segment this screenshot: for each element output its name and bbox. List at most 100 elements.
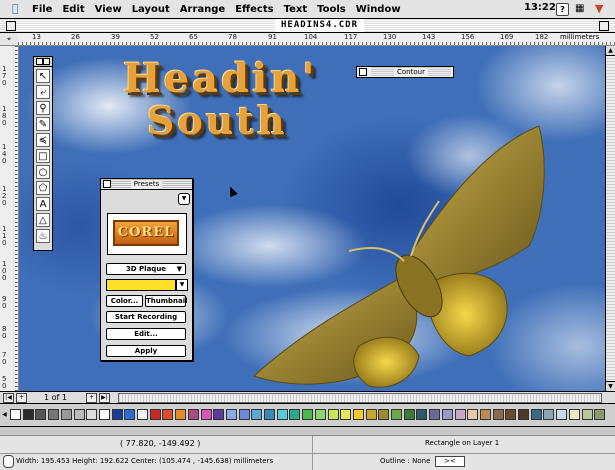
- palette-swatch[interactable]: [505, 409, 517, 420]
- preset-style-select[interactable]: 3D Plaque ▼: [106, 263, 186, 275]
- moth-illustration[interactable]: [219, 106, 605, 391]
- palette-swatch[interactable]: [200, 409, 212, 420]
- palette-swatch[interactable]: [429, 409, 441, 420]
- palette-swatch[interactable]: [568, 409, 580, 420]
- menu-layout[interactable]: Layout: [132, 4, 170, 15]
- menu-file[interactable]: File: [32, 4, 52, 15]
- menu-text[interactable]: Text: [284, 4, 308, 15]
- apple-menu-icon[interactable]: : [12, 3, 26, 15]
- vertical-ruler[interactable]: 1 7 0 1 8 0 1 4 0 1 2 0 1 1 0 1 0 0 9 0 …: [0, 46, 19, 391]
- shape-tool-icon[interactable]: ⤶: [36, 85, 50, 99]
- ruler-origin[interactable]: ⌖: [0, 33, 19, 46]
- palette-swatch[interactable]: [518, 409, 529, 420]
- palette-swatch[interactable]: [530, 409, 542, 420]
- palette-swatch[interactable]: [391, 409, 402, 420]
- palette-swatch[interactable]: [73, 409, 85, 420]
- add-page-after-icon[interactable]: +: [86, 393, 97, 403]
- palette-swatch[interactable]: [581, 409, 593, 420]
- palette-swatch[interactable]: [416, 409, 428, 420]
- palette-swatch[interactable]: [479, 409, 491, 420]
- palette-swatch[interactable]: [213, 409, 225, 420]
- palette-swatch[interactable]: [124, 409, 136, 420]
- presets-title-bar[interactable]: Presets: [101, 179, 192, 190]
- fill-tool-icon[interactable]: ♨: [36, 229, 50, 243]
- toolbox-title-bar[interactable]: [34, 57, 52, 67]
- palette-swatch[interactable]: [137, 409, 148, 420]
- start-recording-button[interactable]: Start Recording: [106, 311, 186, 323]
- clock[interactable]: 13:22: [524, 2, 556, 13]
- window-title-bar[interactable]: HEADINS4.CDR: [0, 19, 615, 33]
- palette-swatch[interactable]: [175, 409, 187, 420]
- close-box-icon[interactable]: [103, 180, 111, 188]
- palette-swatch[interactable]: [251, 409, 263, 420]
- color-dropdown-button[interactable]: ▼: [176, 279, 188, 291]
- application-menu-icon[interactable]: ▦: [575, 3, 587, 14]
- rectangle-tool-icon[interactable]: □: [36, 149, 50, 163]
- balloon-help-icon[interactable]: ▼: [595, 3, 607, 15]
- menu-arrange[interactable]: Arrange: [180, 4, 225, 15]
- palette-swatch[interactable]: [327, 409, 339, 420]
- palette-swatch[interactable]: [340, 409, 352, 420]
- palette-swatch[interactable]: [492, 409, 504, 420]
- palette-swatch[interactable]: [10, 409, 21, 420]
- contour-rollup[interactable]: Contour: [356, 66, 454, 78]
- palette-swatch[interactable]: [365, 409, 377, 420]
- menu-window[interactable]: Window: [356, 4, 401, 15]
- palette-swatch[interactable]: [22, 409, 34, 420]
- close-box-icon[interactable]: [36, 58, 43, 65]
- dimension-tool-icon[interactable]: ≼: [36, 133, 50, 147]
- palette-swatch[interactable]: [543, 409, 555, 420]
- palette-swatch[interactable]: [378, 409, 390, 420]
- palette-swatch[interactable]: [403, 409, 415, 420]
- palette-swatch[interactable]: [86, 409, 98, 420]
- zoom-box-icon[interactable]: [43, 58, 50, 65]
- heading-text-line-1[interactable]: Headin': [123, 58, 318, 100]
- menu-tools[interactable]: Tools: [317, 4, 346, 15]
- palette-swatch[interactable]: [454, 409, 466, 420]
- text-tool-icon[interactable]: A: [36, 197, 50, 211]
- palette-swatch[interactable]: [314, 409, 326, 420]
- palette-swatch[interactable]: [111, 409, 123, 420]
- add-page-before-icon[interactable]: +: [16, 393, 27, 403]
- palette-swatch[interactable]: [352, 409, 364, 420]
- palette-scroll-left-icon[interactable]: ◀: [2, 409, 8, 420]
- presets-menu-button[interactable]: ▼: [178, 193, 190, 205]
- polygon-tool-icon[interactable]: ⬠: [36, 181, 50, 195]
- scroll-down-icon[interactable]: ▼: [606, 381, 615, 391]
- scroll-up-icon[interactable]: ▲: [606, 46, 615, 56]
- outline-tool-icon[interactable]: △: [36, 213, 50, 227]
- color-button[interactable]: Color...: [106, 295, 143, 307]
- palette-swatch[interactable]: [467, 409, 479, 420]
- palette-swatch[interactable]: [238, 409, 250, 420]
- apply-button[interactable]: Apply: [106, 345, 186, 357]
- preset-color-swatch[interactable]: [106, 279, 176, 291]
- palette-swatch[interactable]: [187, 409, 199, 420]
- close-box-icon[interactable]: [6, 21, 16, 31]
- palette-swatch[interactable]: [302, 409, 314, 420]
- palette-swatch[interactable]: [556, 409, 568, 420]
- palette-swatch[interactable]: [225, 409, 237, 420]
- thumbnail-button[interactable]: Thumbnail: [145, 295, 188, 307]
- edit-button[interactable]: Edit...: [106, 328, 186, 340]
- menu-view[interactable]: View: [95, 4, 122, 15]
- palette-swatch[interactable]: [264, 409, 275, 420]
- zoom-box-icon[interactable]: [599, 21, 609, 31]
- palette-swatch[interactable]: [35, 409, 47, 420]
- close-box-icon[interactable]: [359, 68, 367, 76]
- palette-swatch[interactable]: [48, 409, 60, 420]
- menu-effects[interactable]: Effects: [235, 4, 273, 15]
- zoom-tool-icon[interactable]: ⚲: [36, 101, 50, 115]
- horizontal-scrollbar[interactable]: [118, 393, 602, 403]
- horizontal-ruler[interactable]: 13 26 39 52 65 78 91 104 117 130 143 156…: [18, 33, 615, 46]
- first-page-icon[interactable]: |◀: [3, 393, 14, 403]
- palette-swatch[interactable]: [289, 409, 301, 420]
- help-icon[interactable]: ?: [556, 3, 569, 16]
- pick-tool-icon[interactable]: ↖: [36, 69, 50, 83]
- palette-swatch[interactable]: [162, 409, 174, 420]
- palette-swatch[interactable]: [60, 409, 72, 420]
- palette-swatch[interactable]: [149, 409, 161, 420]
- ellipse-tool-icon[interactable]: ○: [36, 165, 50, 179]
- palette-swatch[interactable]: [276, 409, 288, 420]
- palette-swatch[interactable]: [441, 409, 453, 420]
- vertical-scrollbar[interactable]: ▲ ▼: [605, 46, 615, 391]
